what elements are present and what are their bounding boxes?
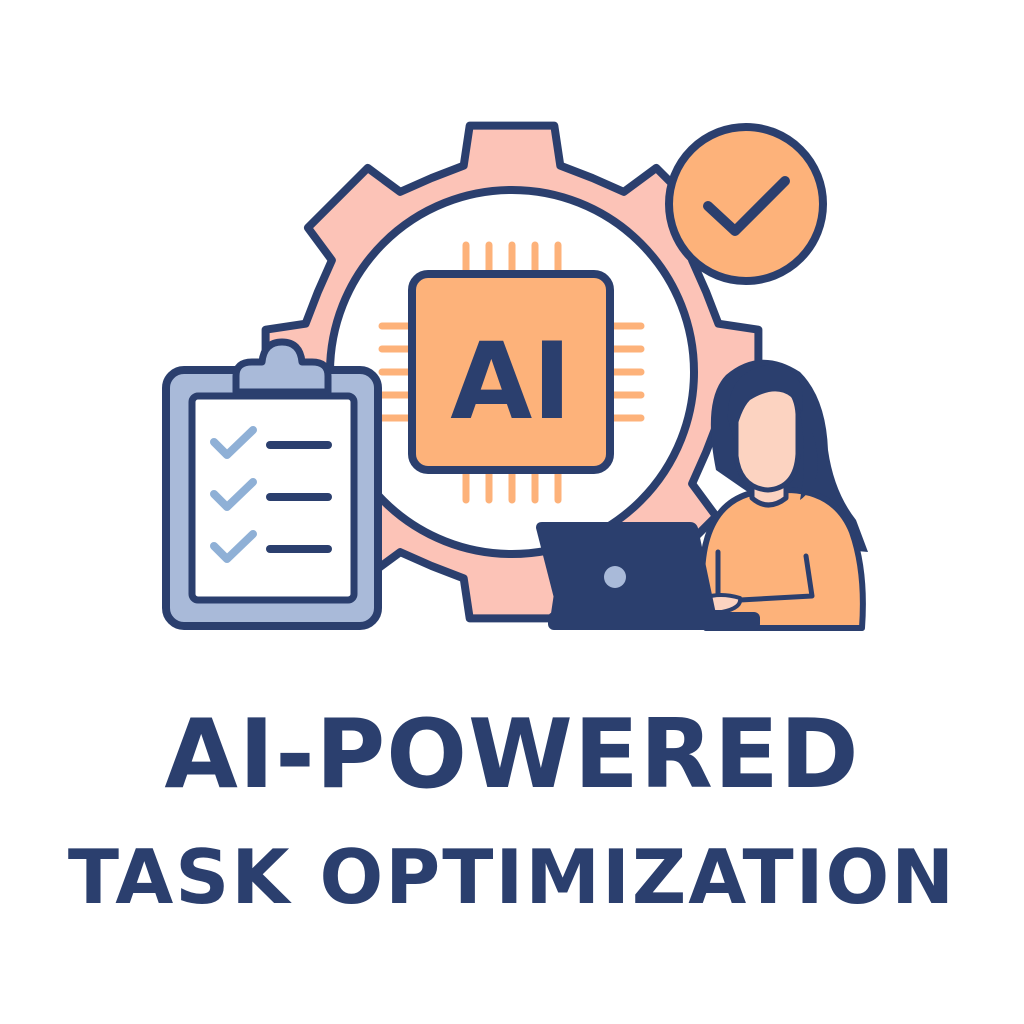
laptop-logo: [604, 566, 626, 588]
illustration: AI: [162, 121, 868, 631]
ai-chip-icon: AI: [378, 241, 645, 504]
title-line-1: AI-POWERED: [164, 700, 860, 810]
person-icon: [699, 359, 868, 631]
chip-label: AI: [450, 320, 571, 443]
title-line-2: TASK OPTIMIZATION: [67, 833, 957, 921]
check-badge-icon: [665, 123, 827, 285]
clipboard-checklist-icon: [162, 338, 382, 630]
